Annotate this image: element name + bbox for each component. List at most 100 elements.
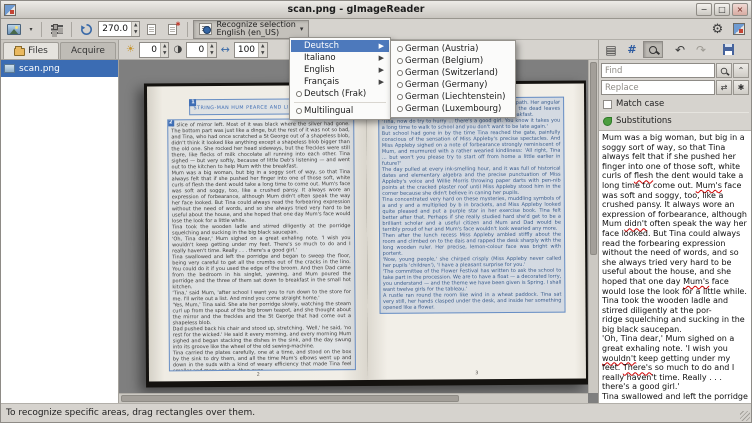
spinner-arrows[interactable]: ▲▼: [160, 43, 168, 57]
menu-item-francais[interactable]: Français▶: [291, 76, 389, 88]
output-panel: ▤ # ↶ ↷ ⌃ ⇄ ✱: [598, 40, 751, 403]
right-page-text: took the broom with her and she swept th…: [382, 100, 562, 311]
menu-item-german-germany[interactable]: German (Germany): [392, 79, 514, 91]
open-image-icon: [7, 24, 21, 35]
replace-button[interactable]: ⇄: [716, 80, 732, 95]
resolution-spinbox[interactable]: 100 ▲▼: [234, 42, 268, 58]
page-icon: [147, 24, 156, 35]
output-save-button[interactable]: [718, 41, 738, 58]
minimize-button[interactable]: −: [696, 3, 712, 16]
rotate-all-pages-button[interactable]: [163, 20, 182, 39]
radio-icon: [397, 106, 403, 112]
german-variants-submenu: German (Austria) German (Belgium) German…: [390, 40, 516, 118]
magnifier-icon: [649, 46, 657, 54]
maximize-button[interactable]: □: [714, 3, 730, 16]
match-case-row[interactable]: Match case: [601, 97, 749, 110]
brightness-value: 0: [140, 43, 160, 57]
scrollbar-thumb[interactable]: [121, 395, 459, 402]
submenu-arrow-icon: ▶: [371, 66, 384, 74]
match-case-label: Match case: [616, 99, 664, 109]
menu-item-italiano[interactable]: Italiano▶: [291, 52, 389, 64]
app-icon: [4, 4, 16, 16]
replace-input[interactable]: [601, 80, 715, 95]
output-toolbar: ▤ # ↶ ↷: [599, 40, 751, 60]
asterisk-icon: ✱: [738, 83, 745, 92]
gear-icon: ⚙: [712, 24, 724, 35]
selection-region-4[interactable]: 4 took the broom with her and she swept …: [378, 97, 566, 314]
canvas-horizontal-scrollbar[interactable]: [119, 393, 588, 403]
spinner-arrows[interactable]: ▲▼: [258, 43, 266, 57]
rotation-angle-value: 270.0: [99, 22, 131, 36]
sources-panel: Files Acquire scan.png: [1, 40, 119, 403]
window-title: scan.png - gImageReader: [20, 4, 692, 15]
resize-grip[interactable]: [740, 411, 750, 421]
brightness-spinbox[interactable]: 0 ▲▼: [139, 42, 169, 58]
spinner-arrows[interactable]: ▲▼: [207, 43, 215, 57]
contrast-spinbox[interactable]: 0 ▲▼: [186, 42, 216, 58]
scrollbar-thumb[interactable]: [590, 62, 597, 255]
match-case-checkbox[interactable]: [603, 100, 612, 109]
menu-item-german-luxembourg[interactable]: German (Luxembourg): [392, 103, 514, 115]
radio-icon: [397, 46, 403, 52]
find-input[interactable]: [601, 63, 715, 78]
resolution-icon: ↔: [221, 45, 230, 55]
app-menu-button[interactable]: [729, 20, 748, 39]
image-controls-toggle-button[interactable]: [47, 20, 66, 39]
file-row-scan-png[interactable]: scan.png: [1, 60, 118, 77]
menu-item-deutsch-frak[interactable]: Deutsch (Frak): [291, 88, 389, 100]
menu-item-german-belgium[interactable]: German (Belgium): [392, 55, 514, 67]
find-prev-button[interactable]: ⌃: [733, 63, 749, 78]
output-redo-button[interactable]: ↷: [691, 41, 711, 58]
hash-icon: #: [627, 43, 636, 56]
find-replace-box: ⌃ ⇄ ✱ Match case Substitutions: [599, 60, 751, 131]
left-page-text: a slice of mirror left. Most of it was b…: [171, 121, 351, 371]
chevron-down-icon: ▾: [29, 26, 32, 33]
radio-icon: [397, 58, 403, 64]
recognize-button[interactable]: Recognize selection English (en_US) ▾: [193, 20, 309, 39]
tab-files[interactable]: Files: [3, 42, 59, 59]
menu-item-multilingual[interactable]: Multilingual: [291, 105, 389, 117]
menu-item-german-switzerland[interactable]: German (Switzerland): [392, 67, 514, 79]
resolution-value: 100: [235, 43, 258, 57]
rotate-current-page-button[interactable]: [142, 20, 161, 39]
settings-button[interactable]: ⚙: [708, 20, 727, 39]
menu-item-english[interactable]: English▶: [291, 64, 389, 76]
canvas-vertical-scrollbar[interactable]: [588, 60, 598, 393]
text-insert-icon: ▤: [605, 44, 616, 56]
statusbar: To recognize specific areas, drag rectan…: [1, 403, 751, 422]
image-file-icon: [4, 64, 15, 73]
folder-icon: [14, 48, 25, 56]
menu-item-german-austria[interactable]: German (Austria): [392, 43, 514, 55]
save-icon: [723, 44, 734, 55]
sources-tabbar: Files Acquire: [1, 40, 118, 60]
selection-region-2[interactable]: 2 a slice of mirror left. Most of it was…: [167, 118, 355, 371]
output-find-replace-toggle-button[interactable]: [643, 41, 663, 58]
status-message: To recognize specific areas, drag rectan…: [6, 408, 255, 418]
redo-icon: ↷: [696, 44, 706, 56]
chevron-down-icon: ▾: [300, 25, 304, 33]
undo-icon: ↶: [675, 44, 685, 56]
scanned-book-image: 1 STRING-MAN HUM PEARCE AND LIVER LONDON…: [144, 80, 588, 387]
open-dropdown-button[interactable]: ▾: [26, 20, 36, 39]
output-substitutions-button[interactable]: #: [622, 41, 642, 58]
submenu-arrow-icon: ▶: [371, 54, 384, 62]
selection-badge: 2: [167, 119, 174, 126]
output-insert-mode-button[interactable]: ▤: [601, 41, 621, 58]
brightness-icon: ☀: [126, 45, 135, 55]
tab-acquire[interactable]: Acquire: [60, 42, 116, 59]
find-next-button[interactable]: [716, 63, 732, 78]
spinner-arrows[interactable]: ▲▼: [131, 22, 139, 36]
substitutions-button[interactable]: Substitutions: [601, 112, 749, 128]
close-button[interactable]: ×: [732, 3, 748, 16]
menu-item-german-liechtenstein[interactable]: German (Liechtenstein): [392, 91, 514, 103]
output-undo-button[interactable]: ↶: [670, 41, 690, 58]
selection-badge: 1: [189, 99, 196, 106]
replace-all-button[interactable]: ✱: [733, 80, 749, 95]
output-text[interactable]: Mum was a big woman, but big in a soggy …: [599, 131, 751, 403]
rotation-angle-spinbox[interactable]: 270.0 ▲▼: [98, 21, 140, 37]
file-list: scan.png: [1, 60, 118, 403]
open-image-button[interactable]: [4, 20, 24, 39]
menu-item-deutsch[interactable]: Deutsch▶: [291, 40, 389, 52]
radio-icon: [296, 91, 302, 97]
rotate-page-button[interactable]: [77, 20, 96, 39]
